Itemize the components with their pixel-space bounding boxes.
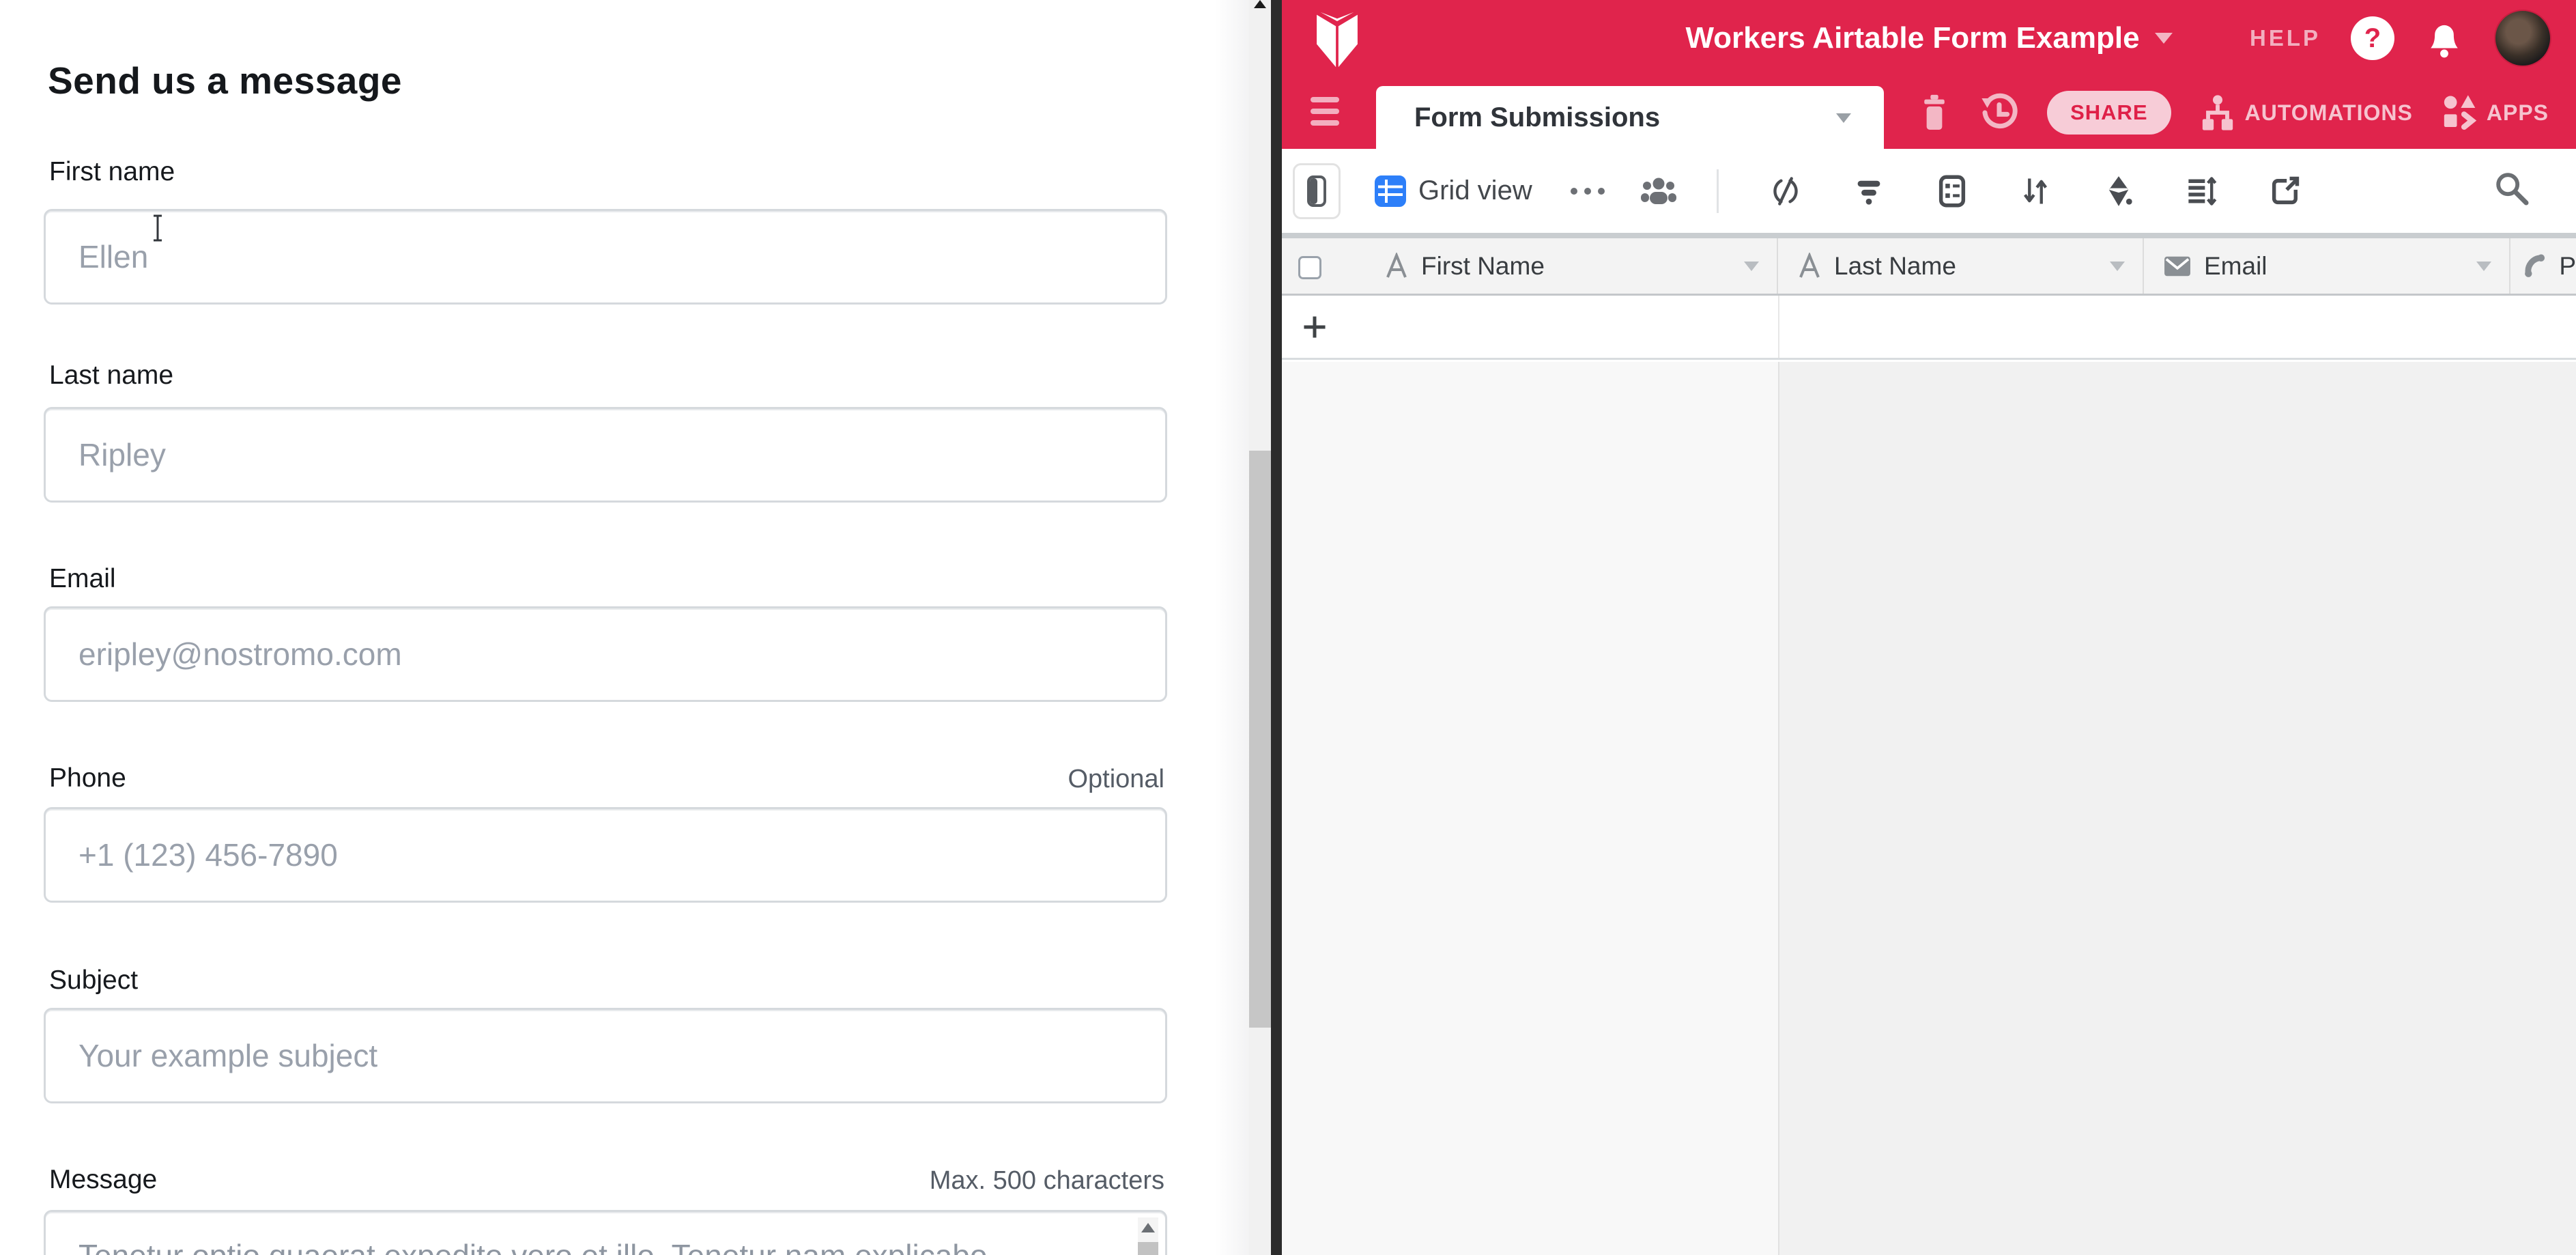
view-name: Grid view	[1418, 175, 1532, 206]
add-record-plus-icon[interactable]	[1301, 313, 1328, 341]
phone-optional-hint: Optional	[1068, 765, 1164, 794]
tab-caret-icon[interactable]	[1836, 113, 1851, 123]
toolbar-divider	[1717, 169, 1719, 213]
share-view-icon[interactable]	[2269, 175, 2302, 208]
subject-label: Subject	[49, 965, 138, 996]
page-scroll-up-icon[interactable]	[1254, 0, 1266, 8]
single-line-text-icon	[1384, 253, 1409, 280]
column-header-first-name[interactable]: First Name	[1282, 238, 1778, 294]
grid-header-row: First Name Last Name Email P	[1282, 236, 2576, 296]
apps-icon	[2442, 94, 2477, 132]
tab-label: Form Submissions	[1414, 102, 1660, 133]
help-menu[interactable]: HELP	[2250, 25, 2321, 51]
view-toolbar: Grid view	[1282, 149, 2576, 236]
column-caret-icon[interactable]	[1744, 262, 1759, 271]
message-text: Tenetur optio quaerat expedite vero et i…	[78, 1234, 1102, 1255]
message-scroll-thumb[interactable]	[1138, 1242, 1158, 1255]
hamburger-menu-icon[interactable]	[1311, 97, 1339, 126]
color-icon[interactable]	[2102, 175, 2135, 208]
first-name-label: First name	[49, 157, 175, 187]
page-edge-gutter	[1215, 0, 1249, 1255]
column-caret-icon[interactable]	[2476, 262, 2491, 271]
view-more-icon[interactable]	[1571, 188, 1605, 195]
column-header-last-name[interactable]: Last Name	[1778, 238, 2144, 294]
message-max-hint: Max. 500 characters	[930, 1166, 1164, 1196]
view-sidebar-toggle-button[interactable]	[1293, 163, 1341, 219]
base-title[interactable]: Workers Airtable Form Example	[1685, 21, 2139, 55]
last-name-input[interactable]	[44, 407, 1167, 503]
phone-label: Phone	[49, 763, 126, 793]
tab-form-submissions[interactable]: Form Submissions	[1376, 86, 1884, 149]
base-title-caret-icon[interactable]	[2155, 33, 2173, 44]
user-avatar[interactable]	[2494, 10, 2551, 67]
phone-input[interactable]	[44, 807, 1167, 903]
pane-divider	[1271, 0, 1282, 1255]
apps-button[interactable]: APPS	[2442, 94, 2549, 132]
email-label: Email	[49, 564, 116, 594]
automations-icon	[2200, 94, 2235, 132]
history-icon[interactable]	[1980, 93, 2018, 132]
search-icon[interactable]	[2493, 169, 2531, 208]
sidebar-panel-icon	[1306, 175, 1327, 208]
message-label: Message	[49, 1165, 157, 1195]
hide-fields-icon[interactable]	[1769, 175, 1802, 208]
trash-icon[interactable]	[1917, 93, 1951, 132]
page-scroll-thumb[interactable]	[1249, 451, 1271, 1028]
group-icon[interactable]	[1936, 175, 1969, 208]
first-name-input[interactable]	[44, 209, 1167, 305]
select-all-checkbox[interactable]	[1298, 256, 1321, 279]
email-envelope-icon	[2163, 254, 2192, 279]
share-button[interactable]: SHARE	[2047, 91, 2171, 135]
add-record-row[interactable]	[1282, 296, 2576, 360]
help-badge-icon[interactable]: ?	[2351, 16, 2394, 60]
airtable-pane: Workers Airtable Form Example HELP ? For…	[1282, 0, 2576, 1255]
phone-icon	[2521, 250, 2549, 282]
last-name-label: Last name	[49, 361, 173, 391]
single-line-text-icon	[1797, 253, 1822, 280]
airtable-header: Workers Airtable Form Example HELP ?	[1282, 0, 2576, 76]
sort-icon[interactable]	[2019, 175, 2052, 208]
column-caret-icon[interactable]	[2110, 262, 2125, 271]
subject-input[interactable]	[44, 1008, 1167, 1103]
collaborators-icon[interactable]	[1640, 175, 1677, 207]
view-switcher[interactable]: Grid view	[1375, 175, 1532, 207]
column-gridline	[1778, 296, 1779, 358]
table-tab-bar: Form Submissions SHARE	[1282, 76, 2576, 149]
message-scroll-up-icon[interactable]	[1141, 1223, 1155, 1232]
message-textarea[interactable]: Tenetur optio quaerat expedite vero et i…	[44, 1210, 1167, 1255]
email-input[interactable]	[44, 606, 1167, 702]
grid-view-icon	[1375, 175, 1406, 207]
column-gridline	[1778, 362, 1779, 1255]
column-header-email[interactable]: Email	[2144, 238, 2510, 294]
filter-icon[interactable]	[1852, 175, 1885, 208]
grid-backdrop-left	[1282, 362, 1778, 1255]
row-height-icon[interactable]	[2186, 175, 2218, 208]
grid-backdrop-right	[1778, 362, 2576, 1255]
form-heading: Send us a message	[48, 59, 402, 102]
contact-form-pane: Send us a message First name Last name E…	[0, 0, 1271, 1255]
text-cursor-ibeam	[149, 213, 167, 243]
automations-button[interactable]: AUTOMATIONS	[2200, 94, 2413, 132]
column-header-phone[interactable]: P	[2510, 238, 2576, 294]
notifications-bell-icon[interactable]	[2424, 17, 2464, 59]
